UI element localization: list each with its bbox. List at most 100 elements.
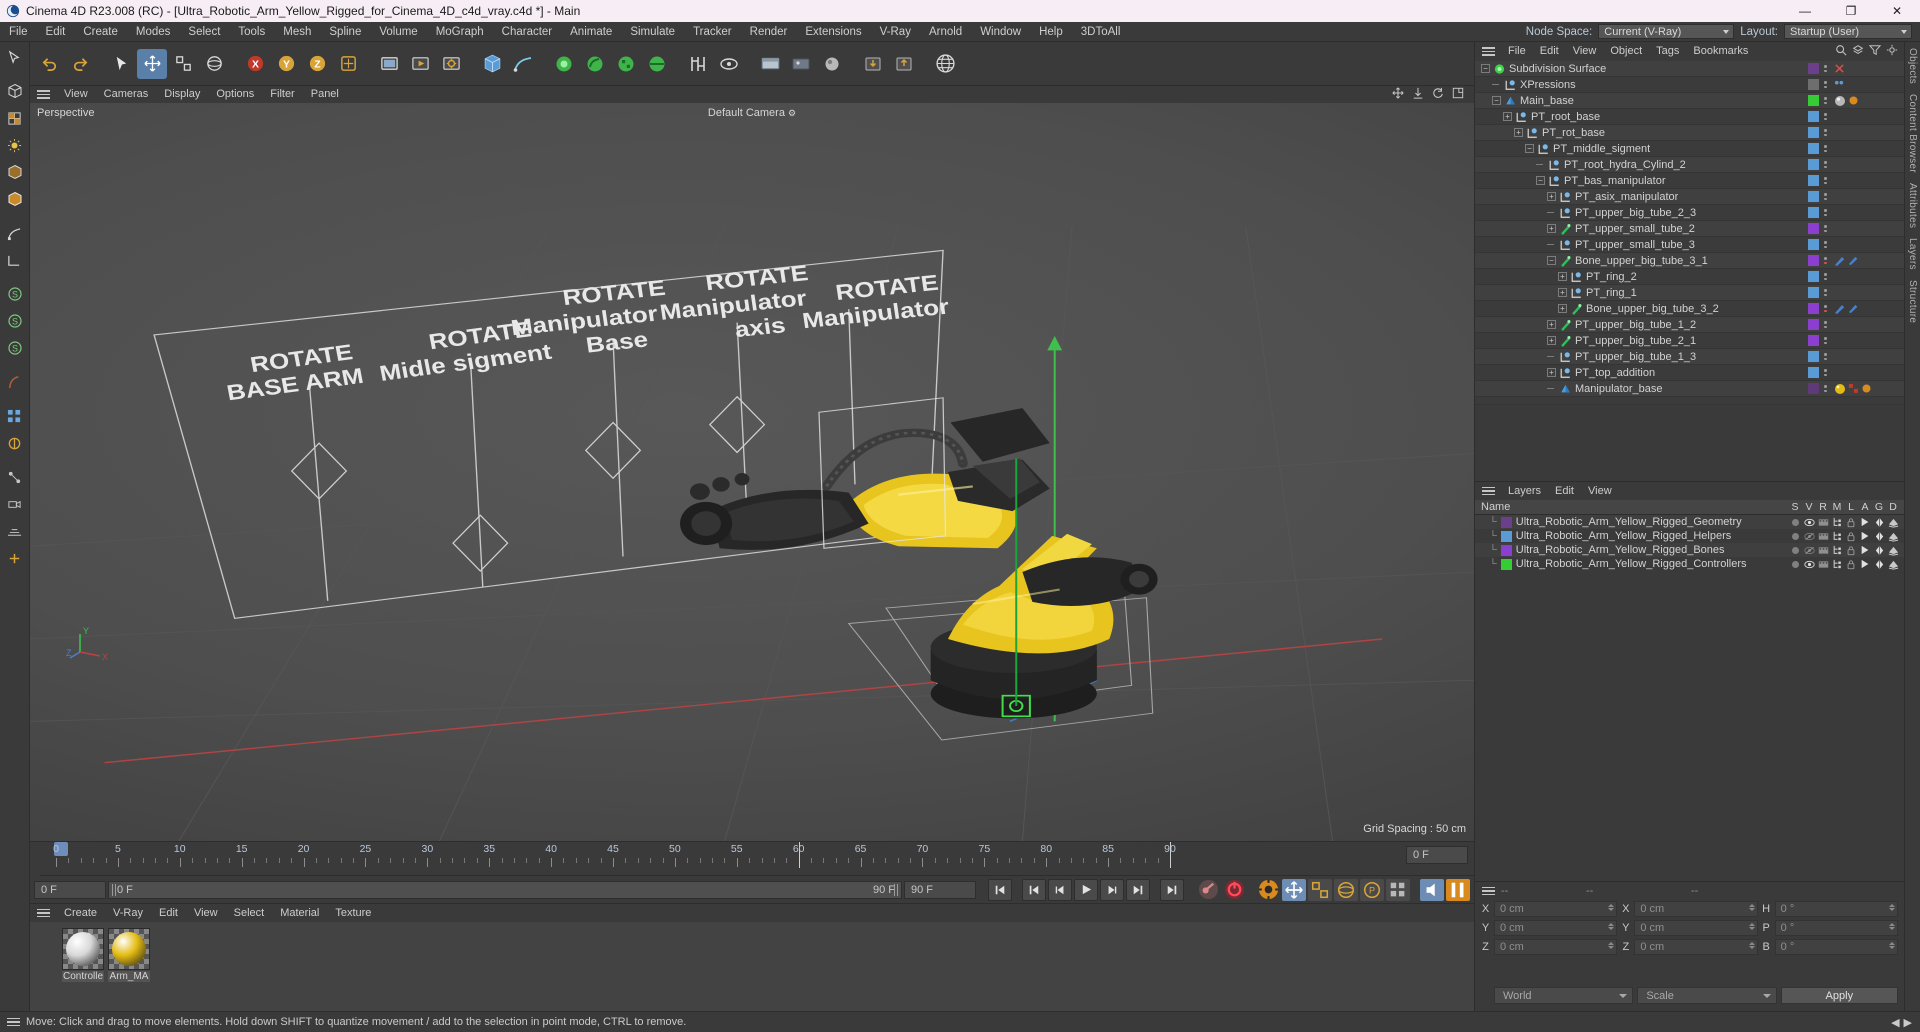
object-name[interactable]: PT_upper_big_tube_2_1 (1575, 335, 1696, 347)
coord-size-z-field[interactable]: 0 cm (1634, 939, 1758, 955)
menu-item-volume[interactable]: Volume (370, 22, 426, 42)
object-tag-zone[interactable] (1832, 255, 1904, 267)
character-tool-icon[interactable] (683, 49, 713, 79)
viewport-move-icon[interactable] (1392, 86, 1404, 104)
layer-deformer-cell[interactable] (1886, 517, 1900, 528)
lock-x-axis-icon[interactable]: X (240, 49, 270, 79)
object-layer-color[interactable] (1808, 287, 1819, 298)
lock-y-axis-icon[interactable]: Y (271, 49, 301, 79)
layer-deformer-cell[interactable] (1886, 531, 1900, 542)
object-name[interactable]: PT_top_addition (1575, 367, 1655, 379)
object-row[interactable]: + PT_root_base (1475, 109, 1904, 125)
cube-primitive-icon[interactable] (2, 78, 28, 104)
coord-position-x-field[interactable]: 0 cm (1494, 901, 1618, 917)
object-visibility-dots[interactable] (1822, 161, 1829, 168)
object-row[interactable]: + PT_asix_manipulator (1475, 189, 1904, 205)
layer-animation-cell[interactable] (1858, 531, 1872, 541)
expand-icon[interactable]: + (1547, 320, 1556, 329)
material-manager-icon[interactable] (755, 49, 785, 79)
timeline-track[interactable]: 051015202530354045505560657075808590 (40, 842, 1412, 876)
viewport-menu-filter[interactable]: Filter (262, 86, 302, 103)
object-layer-icon[interactable] (1852, 43, 1864, 61)
object-row[interactable]: XPressions (1475, 77, 1904, 93)
layer-generator-cell[interactable] (1872, 545, 1886, 556)
layer-lock-cell[interactable] (1844, 559, 1858, 570)
viewport-menu-options[interactable]: Options (208, 86, 262, 103)
spline-object-icon[interactable] (508, 49, 538, 79)
object-layer-color[interactable] (1808, 271, 1819, 282)
add-object-icon[interactable] (2, 545, 28, 571)
object-visibility-dots[interactable] (1822, 353, 1829, 360)
menu-item-window[interactable]: Window (971, 22, 1030, 42)
material-thumbnail[interactable] (108, 928, 150, 970)
object-visibility-dots[interactable] (1822, 369, 1829, 376)
layer-render-cell[interactable] (1816, 546, 1830, 555)
object-name[interactable]: PT_ring_2 (1586, 271, 1637, 283)
lock-z-axis-icon[interactable]: Z (302, 49, 332, 79)
layer-view-cell[interactable] (1802, 518, 1816, 527)
play-button[interactable] (1074, 878, 1098, 901)
object-visibility-dots[interactable] (1822, 257, 1829, 264)
object-visibility-dots[interactable] (1822, 225, 1829, 232)
material-menu-v-ray[interactable]: V-Ray (105, 904, 151, 922)
material-menu-hamburger-icon[interactable] (30, 908, 56, 918)
layer-color-swatch[interactable] (1500, 544, 1512, 556)
sweep-nurbs-icon[interactable]: S (2, 335, 28, 361)
minimize-button[interactable]: — (1782, 0, 1828, 22)
menu-item-select[interactable]: Select (179, 22, 229, 42)
object-layer-color[interactable] (1808, 159, 1819, 170)
object-menu-file[interactable]: File (1501, 42, 1533, 61)
layer-color-swatch[interactable] (1500, 530, 1512, 542)
object-row[interactable]: PT_upper_big_tube_2_3 (1475, 205, 1904, 221)
object-layer-color[interactable] (1808, 319, 1819, 330)
viewport-menu-display[interactable]: Display (156, 86, 208, 103)
object-name[interactable]: PT_upper_big_tube_1_2 (1575, 319, 1696, 331)
export-icon[interactable] (889, 49, 919, 79)
coord-rotation-h-field[interactable]: 0 ° (1774, 901, 1898, 917)
render-region-icon[interactable] (405, 49, 435, 79)
coordinates-fields[interactable]: X0 cm X 0 cm H 0 ° Y 0 cm Y 0 cm P 0 ° Z 0 cm Z 0 cm B 0… (1475, 900, 1904, 987)
object-tag-zone[interactable] (1832, 303, 1904, 315)
timeline-grip[interactable] (30, 842, 40, 876)
object-menu-view[interactable]: View (1566, 42, 1604, 61)
object-visibility-dots[interactable] (1822, 129, 1829, 136)
tab-layers[interactable]: Layers (1907, 238, 1918, 270)
tab-structure[interactable]: Structure (1907, 280, 1918, 323)
layers-menu-view[interactable]: View (1581, 482, 1619, 501)
object-menu-hamburger-icon[interactable] (1475, 47, 1501, 56)
object-visibility-dots[interactable] (1822, 193, 1829, 200)
menu-item-render[interactable]: Render (741, 22, 797, 42)
position-key-button[interactable] (1282, 878, 1306, 901)
subdivision-generator-icon[interactable] (549, 49, 579, 79)
live-selection-icon[interactable] (106, 49, 136, 79)
coord-spinner[interactable] (1608, 923, 1615, 930)
layer-view-cell[interactable] (1802, 560, 1816, 569)
layer-lock-cell[interactable] (1844, 517, 1858, 528)
layer-manager-cell[interactable] (1830, 559, 1844, 569)
world-coordinate-icon[interactable] (333, 49, 363, 79)
object-visibility-dots[interactable] (1822, 321, 1829, 328)
object-row[interactable]: − PT_bas_manipulator (1475, 173, 1904, 189)
mograph-effector-icon[interactable] (2, 430, 28, 456)
previous-key-button[interactable] (1022, 878, 1046, 901)
object-row[interactable] (1475, 397, 1904, 405)
layer-solo-cell[interactable] (1788, 560, 1802, 568)
layer-view-cell[interactable] (1802, 546, 1816, 555)
viewport-zoom-icon[interactable] (1412, 86, 1424, 104)
floor-object-icon[interactable] (2, 518, 28, 544)
render-settings-icon[interactable] (436, 49, 466, 79)
object-name[interactable]: PT_ring_1 (1586, 287, 1637, 299)
object-name[interactable]: PT_upper_big_tube_2_3 (1575, 207, 1696, 219)
maximize-button[interactable]: ❐ (1828, 0, 1874, 22)
sound-toggle-button[interactable] (1420, 878, 1444, 901)
scale-key-button[interactable] (1308, 878, 1332, 901)
object-layer-color[interactable] (1808, 143, 1819, 154)
object-row[interactable]: PT_upper_big_tube_1_3 (1475, 349, 1904, 365)
redo-icon[interactable] (65, 49, 95, 79)
object-name[interactable]: PT_bas_manipulator (1564, 175, 1666, 187)
timeline-playhead[interactable] (1170, 842, 1171, 868)
object-layer-color[interactable] (1808, 255, 1819, 266)
layer-row[interactable]: └ Ultra_Robotic_Arm_Yellow_Rigged_Geometr… (1475, 515, 1904, 529)
object-visibility-dots[interactable] (1822, 113, 1829, 120)
object-visibility-dots[interactable] (1822, 337, 1829, 344)
